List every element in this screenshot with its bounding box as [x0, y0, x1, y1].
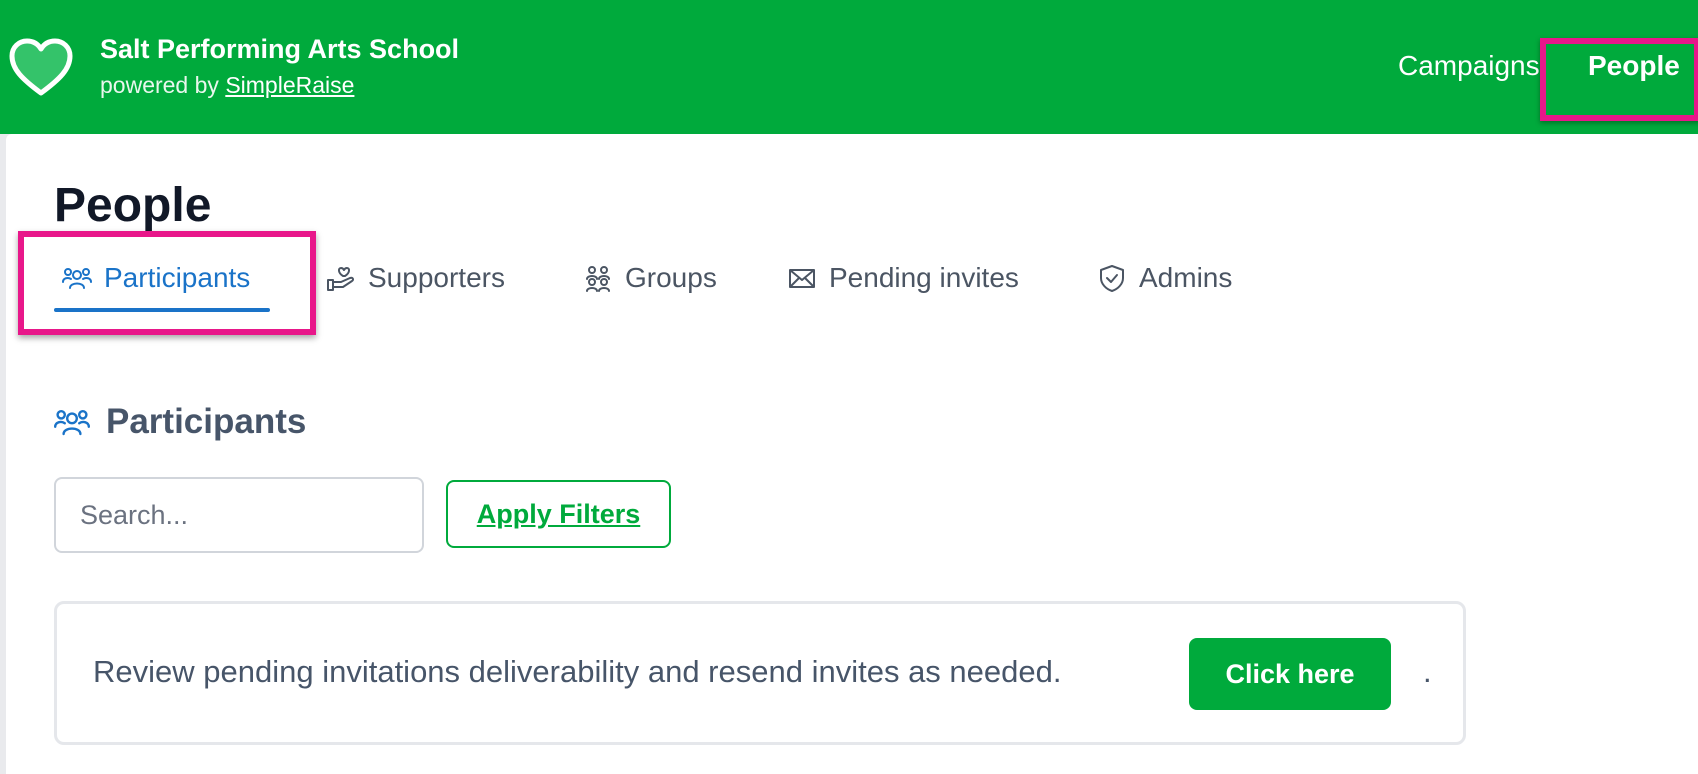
nav-campaigns[interactable]: Campaigns [1398, 50, 1540, 82]
page-title: People [54, 179, 212, 232]
tab-label: Supporters [368, 262, 505, 293]
apply-filters-button[interactable]: Apply Filters [446, 480, 671, 548]
shield-check-icon [1100, 265, 1124, 292]
pending-invites-notice: Review pending invitations deliverabilit… [54, 601, 1466, 745]
envelope-icon [789, 269, 815, 288]
highlight-box-participants-tab [18, 231, 316, 335]
section-title: Participants [54, 402, 306, 442]
heart-icon[interactable] [8, 37, 74, 97]
powered-by: powered by SimpleRaise [100, 72, 354, 99]
tab-label: Groups [625, 262, 717, 293]
groups-icon [586, 266, 610, 292]
section-title-text: Participants [106, 402, 307, 441]
highlight-box-people [1540, 38, 1698, 121]
tab-label: Pending invites [829, 262, 1019, 293]
org-name: Salt Performing Arts School [100, 34, 460, 64]
hand-heart-icon [327, 267, 355, 291]
search-input[interactable] [54, 477, 424, 553]
tab-pending-invites[interactable]: Pending invites [787, 256, 1019, 300]
simpleraise-link[interactable]: SimpleRaise [225, 72, 354, 98]
tab-groups[interactable]: Groups [583, 256, 717, 300]
tab-label: Admins [1139, 262, 1233, 293]
notice-period: . [1423, 654, 1432, 689]
participants-icon [54, 410, 90, 436]
tab-admins[interactable]: Admins [1097, 256, 1232, 300]
top-bar: Salt Performing Arts School powered by S… [0, 0, 1698, 134]
tab-supporters[interactable]: Supporters [326, 256, 505, 300]
notice-text: Review pending invitations deliverabilit… [93, 654, 1062, 689]
powered-by-prefix: powered by [100, 72, 226, 98]
click-here-button[interactable]: Click here [1189, 638, 1391, 710]
